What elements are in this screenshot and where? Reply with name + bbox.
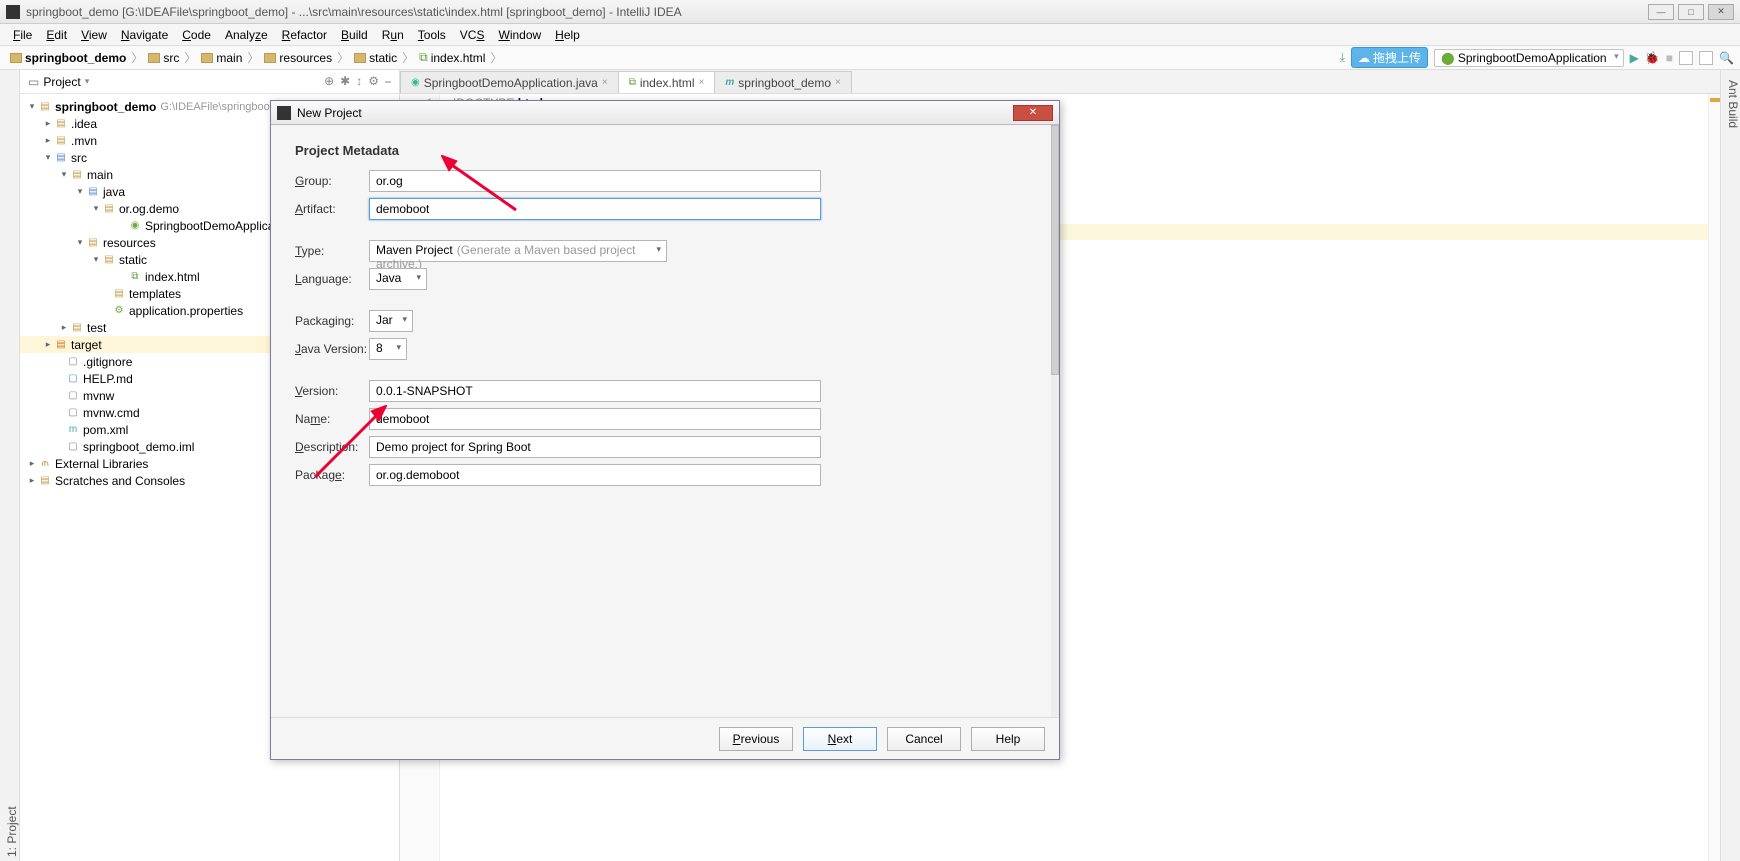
- artifact-field[interactable]: [369, 198, 821, 220]
- menu-file[interactable]: File: [6, 26, 39, 44]
- version-field[interactable]: [369, 380, 821, 402]
- type-select[interactable]: Maven Project(Generate a Maven based pro…: [369, 240, 667, 262]
- previous-button[interactable]: Previous: [719, 727, 793, 751]
- label-package: Package:: [295, 468, 369, 482]
- close-button[interactable]: ✕: [1708, 4, 1734, 20]
- make-icon[interactable]: ⤓: [1340, 50, 1345, 65]
- editor-tabs: ◉SpringbootDemoApplication.java× ⧉index.…: [400, 70, 1720, 94]
- dialog-scrollbar[interactable]: [1051, 125, 1059, 717]
- label-name: Name:: [295, 412, 369, 426]
- minimize-button[interactable]: —: [1648, 4, 1674, 20]
- menu-tools[interactable]: Tools: [411, 26, 453, 44]
- dialog-titlebar[interactable]: New Project ✕: [271, 101, 1059, 125]
- label-group: Group:: [295, 174, 369, 188]
- next-button[interactable]: Next: [803, 727, 877, 751]
- cloud-label: 拖拽上传: [1373, 49, 1421, 66]
- collapse-icon[interactable]: ⊕: [324, 74, 334, 89]
- language-select[interactable]: Java: [369, 268, 427, 290]
- target-icon[interactable]: ✱: [340, 74, 350, 89]
- dialog-heading: Project Metadata: [295, 143, 1035, 158]
- project-view-title[interactable]: ▭ Project ▾: [28, 75, 89, 89]
- menu-help[interactable]: Help: [548, 26, 587, 44]
- label-description: Description:: [295, 440, 369, 454]
- editor-error-stripe[interactable]: [1708, 94, 1720, 861]
- tab-springboot-demo[interactable]: mspringboot_demo×: [714, 71, 851, 93]
- window-title: springboot_demo [G:\IDEAFile\springboot_…: [26, 5, 1648, 19]
- label-javaver: Java Version:: [295, 342, 369, 356]
- menu-run[interactable]: Run: [375, 26, 411, 44]
- intellij-icon: [277, 106, 291, 120]
- cloud-upload-button[interactable]: ☁ 拖拽上传: [1351, 47, 1428, 68]
- close-tab-icon[interactable]: ×: [602, 77, 608, 88]
- left-tool-window-bar: 1: Project 2: Structure Web avorites: [0, 70, 20, 861]
- label-packaging: Packaging:: [295, 314, 369, 328]
- cancel-button[interactable]: Cancel: [887, 727, 961, 751]
- label-artifact: Artifact:: [295, 202, 369, 216]
- menu-navigate[interactable]: Navigate: [114, 26, 175, 44]
- menu-analyze[interactable]: Analyze: [218, 26, 275, 44]
- menu-refactor[interactable]: Refactor: [275, 26, 334, 44]
- maximize-button[interactable]: □: [1678, 4, 1704, 20]
- label-type: Type:: [295, 244, 369, 258]
- new-project-dialog: New Project ✕ Project Metadata Group: Ar…: [270, 100, 1060, 760]
- menu-edit[interactable]: Edit: [39, 26, 74, 44]
- close-tab-icon[interactable]: ×: [699, 77, 705, 88]
- main-menu: File Edit View Navigate Code Analyze Ref…: [0, 24, 1740, 46]
- gear-icon[interactable]: ⚙: [368, 74, 379, 89]
- tab-springboot-app[interactable]: ◉SpringbootDemoApplication.java×: [400, 71, 619, 93]
- tab-index-html[interactable]: ⧉index.html×: [618, 71, 716, 93]
- toolwindow-ant[interactable]: Ant Build: [1726, 76, 1740, 861]
- stop-button[interactable]: ■: [1666, 51, 1673, 65]
- description-field[interactable]: [369, 436, 821, 458]
- menu-vcs[interactable]: VCS: [453, 26, 492, 44]
- name-field[interactable]: [369, 408, 821, 430]
- debug-button[interactable]: 🐞: [1645, 51, 1660, 65]
- menu-window[interactable]: Window: [491, 26, 548, 44]
- dialog-close-button[interactable]: ✕: [1013, 105, 1053, 121]
- breadcrumb[interactable]: springboot_demo〉 src〉 main〉 resources〉 s…: [6, 49, 508, 66]
- menu-view[interactable]: View: [74, 26, 114, 44]
- search-icon[interactable]: 🔍: [1719, 51, 1734, 65]
- window-titlebar: springboot_demo [G:\IDEAFile\springboot_…: [0, 0, 1740, 24]
- toolbar-icon-1[interactable]: [1679, 51, 1693, 65]
- right-tool-window-bar: Ant Build Database Maven Projects Bean V…: [1720, 70, 1740, 861]
- hide-icon[interactable]: ⎯: [385, 74, 391, 89]
- cloud-icon: ☁: [1358, 51, 1370, 65]
- toolwindow-project[interactable]: 1: Project: [5, 76, 19, 861]
- navigation-bar: springboot_demo〉 src〉 main〉 resources〉 s…: [0, 46, 1740, 70]
- run-config-selector[interactable]: ⬤ SpringbootDemoApplication: [1434, 49, 1624, 67]
- intellij-icon: [6, 5, 20, 19]
- dialog-title: New Project: [297, 106, 362, 120]
- close-tab-icon[interactable]: ×: [835, 77, 841, 88]
- run-button[interactable]: ▶: [1630, 51, 1639, 65]
- group-field[interactable]: [369, 170, 821, 192]
- menu-build[interactable]: Build: [334, 26, 375, 44]
- label-version: Version:: [295, 384, 369, 398]
- menu-code[interactable]: Code: [175, 26, 218, 44]
- help-button[interactable]: Help: [971, 727, 1045, 751]
- java-version-select[interactable]: 8: [369, 338, 407, 360]
- package-field[interactable]: [369, 464, 821, 486]
- show-options-icon[interactable]: ↕: [356, 74, 362, 89]
- packaging-select[interactable]: Jar: [369, 310, 413, 332]
- label-language: Language:: [295, 272, 369, 286]
- toolbar-icon-2[interactable]: [1699, 51, 1713, 65]
